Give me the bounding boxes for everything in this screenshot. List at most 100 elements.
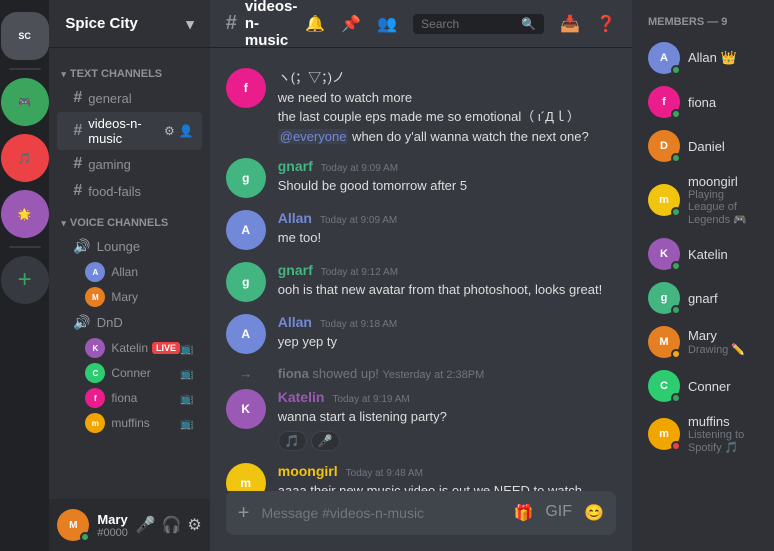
message-author: Allan bbox=[278, 210, 312, 226]
voice-channels-label: VOICE CHANNELS bbox=[70, 217, 168, 229]
member-item-daniel[interactable]: D Daniel bbox=[640, 124, 766, 168]
user-info: Mary #0000 bbox=[97, 512, 135, 539]
member-name-block-muffins: muffins Listening to Spotify 🎵 bbox=[688, 414, 758, 454]
member-status-moongirl: Playing League of Legends 🎮 bbox=[688, 189, 758, 226]
voice-channel-dnd[interactable]: 🔊 DnD bbox=[57, 310, 201, 335]
server-name-bar[interactable]: Spice City ▾ bbox=[49, 0, 209, 48]
message-group: g gnarf Today at 9:09 AM Should be good … bbox=[210, 154, 632, 202]
online-dot-gnarf bbox=[671, 305, 681, 315]
channel-item-food-fails[interactable]: # food-fails bbox=[57, 178, 201, 204]
message-header: gnarf Today at 9:09 AM bbox=[278, 158, 616, 174]
channel-action-icons: ⚙ 👤 bbox=[164, 124, 194, 138]
member-item-gnarf[interactable]: g gnarf bbox=[640, 276, 766, 320]
voice-channel-lounge[interactable]: 🔊 Lounge bbox=[57, 234, 201, 259]
member-name-block-daniel: Daniel bbox=[688, 139, 758, 154]
attach-icon[interactable]: + bbox=[238, 502, 250, 525]
crown-icon: 👑 bbox=[720, 50, 736, 65]
voice-member-fiona[interactable]: f fiona 📺 bbox=[57, 386, 201, 410]
member-item-katelin[interactable]: K Katelin bbox=[640, 232, 766, 276]
channel-hash-icon: # bbox=[226, 12, 237, 35]
online-indicator bbox=[80, 532, 90, 542]
avatar: A bbox=[226, 210, 266, 250]
member-item-allan[interactable]: A Allan 👑 bbox=[640, 36, 766, 80]
voice-member-katelin[interactable]: K Katelin LIVE 📺 bbox=[57, 336, 201, 360]
member-avatar-gnarf: g bbox=[648, 282, 680, 314]
voice-member-avatar-katelin: K bbox=[85, 338, 105, 358]
server-icon-1[interactable]: 🎮 bbox=[1, 78, 49, 126]
message-author: Allan bbox=[278, 314, 312, 330]
user-bar: M Mary #0000 🎤 🎧 ⚙ bbox=[49, 499, 209, 551]
messages-container: f ヽ(；▽；)ノ we need to watch more the last… bbox=[210, 48, 632, 491]
member-item-fiona[interactable]: f fiona bbox=[640, 80, 766, 124]
gift-icon[interactable]: 🎁 bbox=[513, 503, 533, 523]
member-name-muffins: muffins bbox=[688, 414, 758, 429]
online-dot-katelin bbox=[671, 261, 681, 271]
voice-member-icons-muffins: 📺 bbox=[180, 417, 194, 430]
members-icon[interactable]: 👥 bbox=[377, 14, 397, 34]
settings-icon[interactable]: ⚙ bbox=[187, 515, 201, 535]
deafen-icon[interactable]: 🎧 bbox=[161, 515, 181, 535]
message-timestamp: Today at 9:48 AM bbox=[346, 468, 423, 479]
category-arrow-icon-2: ▾ bbox=[61, 218, 66, 229]
message-header: Allan Today at 9:18 AM bbox=[278, 314, 616, 330]
member-name-block-katelin: Katelin bbox=[688, 247, 758, 262]
reaction-chip[interactable]: 🎵 bbox=[278, 431, 307, 451]
voice-member-name-katelin: Katelin bbox=[111, 341, 148, 355]
channel-header-name: videos-n-music bbox=[245, 0, 298, 49]
voice-member-muffins[interactable]: m muffins 📺 bbox=[57, 411, 201, 435]
avatar: m bbox=[226, 463, 266, 492]
server-icon-3[interactable]: 🌟 bbox=[1, 190, 49, 238]
member-item-moongirl[interactable]: m moongirl Playing League of Legends 🎮 bbox=[640, 168, 766, 232]
channel-item-general[interactable]: # general bbox=[57, 85, 201, 111]
member-item-mary[interactable]: M Mary Drawing ✏️ bbox=[640, 320, 766, 364]
message-timestamp: Today at 9:09 AM bbox=[321, 163, 398, 174]
dnd-dot-muffins bbox=[671, 441, 681, 451]
members-sidebar: MEMBERS — 9 A Allan 👑 f fiona D Daniel bbox=[632, 0, 774, 551]
reaction-chip-2[interactable]: 🎤 bbox=[311, 431, 340, 451]
server-icon-2[interactable]: 🎵 bbox=[1, 134, 49, 182]
live-badge: LIVE bbox=[152, 342, 180, 354]
voice-member-conner[interactable]: C Conner 📺 bbox=[57, 361, 201, 385]
voice-member-mary[interactable]: M Mary bbox=[57, 285, 201, 309]
message-timestamp: Today at 9:18 AM bbox=[320, 319, 397, 330]
member-item-conner[interactable]: C Conner bbox=[640, 364, 766, 408]
member-name-block-moongirl: moongirl Playing League of Legends 🎮 bbox=[688, 174, 758, 226]
online-dot-fiona bbox=[671, 109, 681, 119]
text-channels-label: TEXT CHANNELS bbox=[70, 68, 162, 80]
add-server-button[interactable]: + bbox=[1, 256, 49, 304]
channel-name-food-fails: food-fails bbox=[88, 184, 141, 199]
voice-channel-dnd-name: DnD bbox=[97, 315, 123, 330]
search-box[interactable]: 🔍 bbox=[413, 14, 544, 34]
voice-member-avatar-conner: C bbox=[85, 363, 105, 383]
message-author: gnarf bbox=[278, 262, 313, 278]
message-content: Allan Today at 9:18 AM yep yep ty bbox=[278, 314, 616, 352]
settings-icon[interactable]: ⚙ bbox=[164, 124, 175, 138]
voice-channels-category[interactable]: ▾ VOICE CHANNELS bbox=[53, 205, 205, 233]
inbox-icon[interactable]: 📥 bbox=[560, 14, 580, 34]
message-header: moongirl Today at 9:48 AM bbox=[278, 463, 616, 479]
emoji-icon[interactable]: 😊 bbox=[584, 503, 604, 523]
voice-member-allan[interactable]: A Allan bbox=[57, 260, 201, 284]
channel-item-videos-n-music[interactable]: # videos-n-music ⚙ 👤 bbox=[57, 112, 201, 150]
message-group: K Katelin Today at 9:19 AM wanna start a… bbox=[210, 385, 632, 455]
help-icon[interactable]: ❓ bbox=[596, 14, 616, 34]
bell-icon[interactable]: 🔔 bbox=[305, 14, 325, 34]
message-input-box: + 🎁 GIF 😊 bbox=[226, 491, 616, 535]
pin-icon[interactable]: 📌 bbox=[341, 14, 361, 34]
gif-icon[interactable]: GIF bbox=[545, 503, 572, 523]
member-item-muffins[interactable]: m muffins Listening to Spotify 🎵 bbox=[640, 408, 766, 460]
voice-member-avatar-allan: A bbox=[85, 262, 105, 282]
member-avatar-fiona: f bbox=[648, 86, 680, 118]
channel-item-gaming[interactable]: # gaming bbox=[57, 151, 201, 177]
add-member-icon[interactable]: 👤 bbox=[179, 124, 194, 138]
voice-member-name-fiona: fiona bbox=[111, 391, 137, 405]
avatar: g bbox=[226, 158, 266, 198]
mute-icon[interactable]: 🎤 bbox=[136, 515, 156, 535]
message-input[interactable] bbox=[261, 505, 513, 521]
server-icon-spice-city[interactable]: SC bbox=[1, 12, 49, 60]
member-name-daniel: Daniel bbox=[688, 139, 758, 154]
message-text: wanna start a listening party? bbox=[278, 407, 616, 427]
text-channels-category[interactable]: ▾ TEXT CHANNELS bbox=[53, 56, 205, 84]
search-input[interactable] bbox=[421, 17, 521, 31]
system-icon: → bbox=[226, 366, 266, 381]
